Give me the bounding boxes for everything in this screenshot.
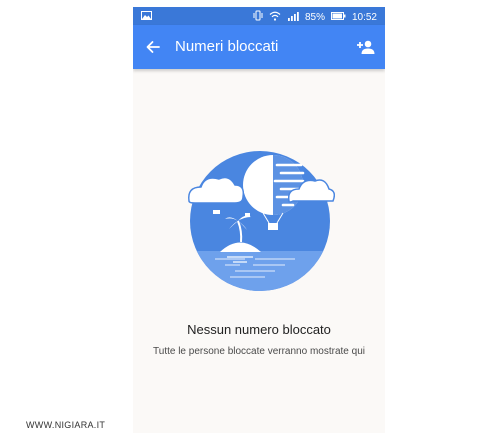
signal-icon (287, 11, 299, 25)
add-person-icon[interactable] (355, 36, 377, 58)
watermark: WWW.NIGIARA.IT (26, 420, 106, 430)
battery-icon (330, 11, 346, 24)
phone-screen: 85% 10:52 Numeri bloccati Nessun numero … (133, 7, 385, 433)
status-bar: 85% 10:52 (133, 7, 385, 25)
empty-state-subtitle: Tutte le persone bloccate verranno mostr… (153, 346, 365, 357)
empty-state-content: Nessun numero bloccato Tutte le persone … (133, 69, 385, 433)
clock: 10:52 (351, 11, 377, 23)
vibrate-icon (253, 10, 263, 25)
empty-state-illustration (185, 141, 336, 291)
photo-icon (141, 11, 152, 23)
app-bar: Numeri bloccati (133, 25, 385, 69)
wifi-icon (269, 11, 281, 25)
back-arrow-icon[interactable] (143, 37, 163, 57)
sea (190, 251, 330, 291)
page-title: Numeri bloccati (175, 38, 279, 55)
empty-state-title: Nessun numero bloccato (187, 322, 331, 337)
battery-percent: 85% (304, 11, 325, 23)
